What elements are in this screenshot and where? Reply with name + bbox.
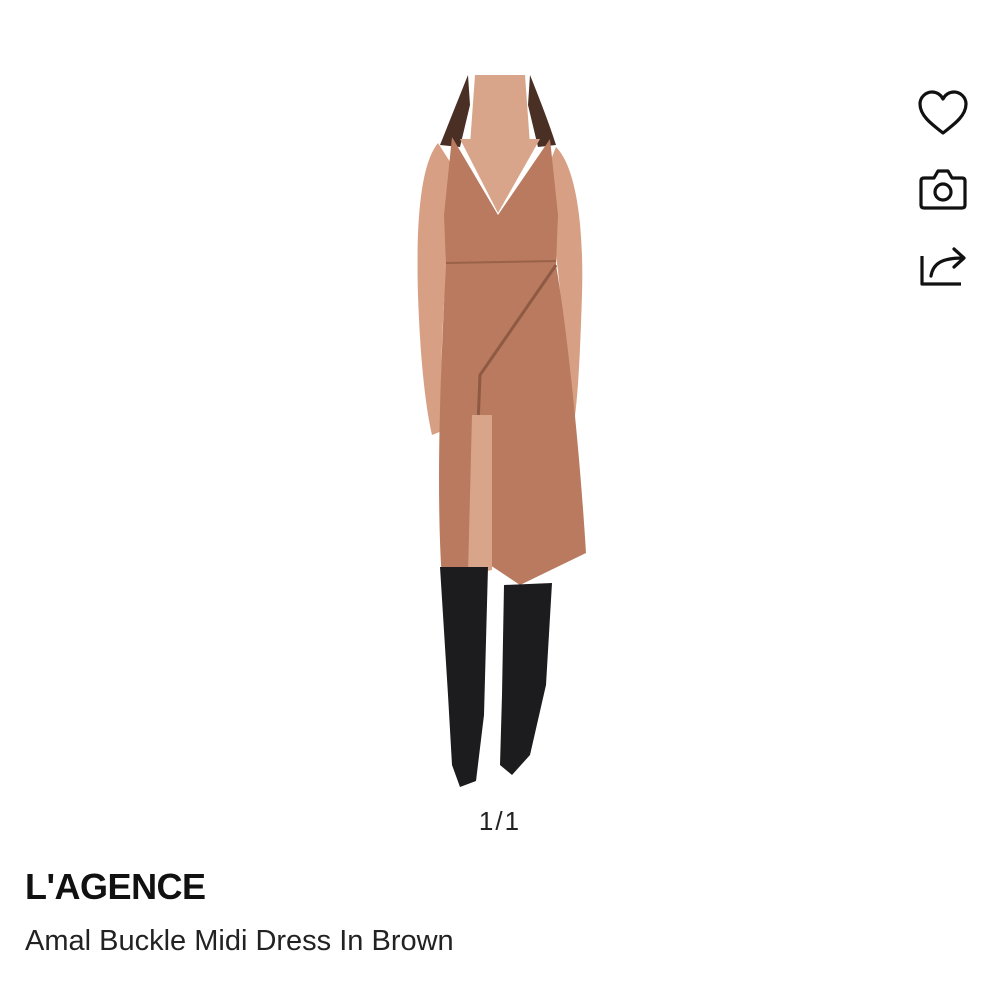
left-boot	[440, 567, 488, 787]
share-button[interactable]	[912, 234, 974, 296]
skin-slit	[468, 415, 492, 575]
heart-icon	[918, 90, 968, 135]
brand-name[interactable]: L'AGENCE	[25, 866, 206, 908]
image-pager: 1/1	[478, 806, 522, 836]
skin-neck	[470, 75, 530, 145]
product-title: Amal Buckle Midi Dress In Brown	[25, 925, 454, 957]
visual-search-button[interactable]	[912, 158, 974, 220]
share-icon	[920, 247, 966, 286]
right-boot	[500, 583, 552, 775]
action-bar	[912, 82, 974, 310]
product-page: 1/1 L'AGENCE Amal Buckle Midi Dress In B…	[0, 0, 1000, 1000]
camera-icon	[919, 169, 967, 210]
product-image[interactable]	[380, 75, 620, 795]
product-gallery[interactable]	[0, 0, 1000, 850]
favorite-button[interactable]	[912, 82, 974, 144]
